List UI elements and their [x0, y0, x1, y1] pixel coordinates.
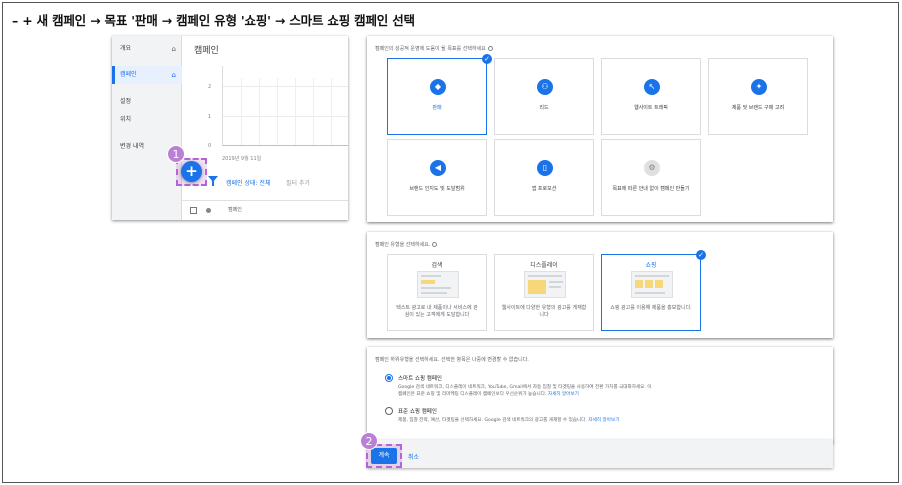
goal-card[interactable]: ⚙ 목표에 따른 안내 없이 캠페인 만들기 [601, 139, 701, 216]
smart-shopping-desc: Google 검색 네트워크, 디스플레이 네트워크, YouTube, Gma… [398, 385, 652, 397]
learn-more-link[interactable]: 자세히 알아보기 [548, 392, 579, 397]
campaign-type-illustration [631, 271, 673, 298]
sidebar-item-label: 위치 [120, 116, 132, 123]
page-heading: – + 새 캠페인 → 목표 '판매 → 캠페인 유형 '쇼핑' → 스마트 쇼… [12, 13, 415, 28]
phone-icon: ▯ [537, 160, 553, 176]
goal-panel-title: 캠페인의 성공적 운영에 도움이 될 목표를 선택하세요 [375, 45, 493, 52]
campaign-type-card[interactable]: 검색텍스트 광고로 내 제품이나 서비스에 관심이 있는 고객에게 도달합니다 [387, 254, 487, 331]
standard-shopping-radio[interactable] [385, 407, 393, 415]
add-filter-link[interactable]: 필터 추가 [286, 178, 310, 187]
y-tick: 2 [208, 84, 212, 90]
subtype-panel: 캠페인 하위유형을 선택하세요. 선택한 항목은 나중에 변경할 수 없습니다.… [367, 347, 833, 443]
subtype-panel-title: 캠페인 하위유형을 선택하세요. 선택한 항목은 나중에 변경할 수 없습니다. [375, 357, 529, 363]
megaphone-icon: ◀ [430, 160, 446, 176]
standard-shopping-desc: 제품, 입찰 전략, 예산, 타겟팅을 선택하세요. Google 검색 네트워… [398, 418, 620, 423]
sidebar-item-settings[interactable]: 설정 [112, 93, 182, 111]
campaign-type-illustration [524, 271, 566, 298]
goal-label: 제품 및 브랜드 구매 고려 [731, 105, 785, 111]
check-icon: ✓ [696, 250, 706, 260]
new-campaign-button[interactable]: + [181, 161, 202, 182]
y-tick: 0 [208, 143, 212, 149]
help-icon [487, 46, 493, 51]
learn-more-link[interactable]: 자세히 알아보기 [588, 418, 619, 423]
table-row: 캠페인 [182, 200, 348, 220]
campaign-type-title: 검색 [431, 262, 443, 269]
campaign-type-desc: 텍스트 광고로 내 제품이나 서비스에 관심이 있는 고객에게 도달합니다 [396, 305, 478, 318]
gear-icon: ⚙ [644, 160, 660, 176]
page-title: 캠페인 [194, 46, 219, 56]
status-dot-icon [206, 208, 211, 213]
home-icon: ⌂ [171, 45, 176, 53]
help-icon [432, 242, 438, 247]
goal-card[interactable]: ▯ 앱 프로모션 [494, 139, 594, 216]
people-icon: ⚇ [537, 79, 553, 95]
smart-shopping-label: 스마트 쇼핑 캠페인 [398, 376, 442, 382]
campaign-type-desc: 웹사이트에 다양한 유형의 광고를 게재합니다 [501, 305, 587, 318]
type-panel: 캠페인 유형을 선택하세요. 검색텍스트 광고로 내 제품이나 서비스에 관심이… [367, 232, 833, 338]
goal-label: 목표에 따른 안내 없이 캠페인 만들기 [612, 186, 690, 192]
goal-card[interactable]: ↖ 웹사이트 트래픽 [601, 58, 701, 135]
check-icon: ✓ [482, 54, 492, 64]
campaign-type-illustration [417, 271, 459, 298]
campaign-type-card[interactable]: 디스플레이웹사이트에 다양한 유형의 광고를 게재합니다 [494, 254, 594, 331]
sidebar-item-label: 설정 [120, 98, 132, 105]
sidebar-item-overview[interactable]: 개요 ⌂ [112, 40, 182, 58]
standard-shopping-label: 표준 쇼핑 캠페인 [398, 409, 437, 415]
footer-bar [367, 440, 833, 468]
sidebar-item-label: 변경 내역 [120, 143, 144, 150]
home-icon: ⌂ [171, 71, 176, 79]
sidebar-item-campaigns[interactable]: 캠페인 ⌂ [112, 66, 182, 84]
type-panel-title: 캠페인 유형을 선택하세요. [375, 241, 438, 248]
column-header-campaign: 캠페인 [228, 207, 242, 213]
status-filter[interactable]: 캠페인 상태: 전체 [226, 178, 270, 187]
sidebar-item-label: 캠페인 [120, 71, 137, 78]
sidebar-item-locations[interactable]: 위치 [112, 111, 182, 129]
performance-chart [222, 66, 348, 146]
campaigns-main: 캠페인 2 1 0 2019년 9월 11일 캠페인 상태: 전체 필터 추가 … [182, 36, 348, 220]
chart-date: 2019년 9월 11일 [222, 156, 262, 162]
goal-card[interactable]: ◀ 브랜드 인지도 및 도달범위 [387, 139, 487, 216]
filter-icon[interactable] [208, 176, 218, 186]
step-badge-2: 2 [360, 432, 378, 450]
row-checkbox[interactable] [190, 207, 197, 214]
goal-label: 앱 프로모션 [531, 186, 557, 192]
goal-label: 웹사이트 트래픽 [634, 105, 668, 111]
tag-icon: ◆ [430, 79, 446, 95]
sidebar: 개요 ⌂ 캠페인 ⌂ 설정 위치 변경 내역 [112, 36, 182, 220]
campaign-type-card[interactable]: 쇼핑쇼핑 광고를 이용해 제품을 홍보합니다. [601, 254, 701, 331]
campaign-type-desc: 쇼핑 광고를 이용해 제품을 홍보합니다. [610, 305, 692, 311]
goal-card[interactable]: ✦ 제품 및 브랜드 구매 고려 [708, 58, 808, 135]
cursor-icon: ↖ [644, 79, 660, 95]
goal-card[interactable]: ⚇ 리드 [494, 58, 594, 135]
step-badge-1: 1 [167, 145, 185, 163]
campaign-type-title: 쇼핑 [645, 262, 657, 269]
campaign-type-title: 디스플레이 [530, 262, 558, 269]
y-tick: 1 [208, 114, 212, 120]
cancel-button[interactable]: 취소 [408, 452, 419, 461]
campaigns-panel: 개요 ⌂ 캠페인 ⌂ 설정 위치 변경 내역 캠페인 2 1 0 2019년 9… [112, 36, 348, 220]
sidebar-item-label: 개요 [120, 45, 132, 52]
goal-card[interactable]: ◆ 판매 [387, 58, 487, 135]
continue-button[interactable]: 계속 [371, 448, 397, 464]
sparkle-icon: ✦ [751, 79, 767, 95]
goal-label: 판매 [432, 105, 442, 111]
goal-panel: 캠페인의 성공적 운영에 도움이 될 목표를 선택하세요 ◆ 판매 ✓ ⚇ 리드 ↖ 웹사이… [367, 36, 833, 222]
goal-label: 리드 [539, 105, 549, 111]
goal-label: 브랜드 인지도 및 도달범위 [409, 186, 465, 192]
smart-shopping-radio[interactable] [385, 374, 393, 382]
